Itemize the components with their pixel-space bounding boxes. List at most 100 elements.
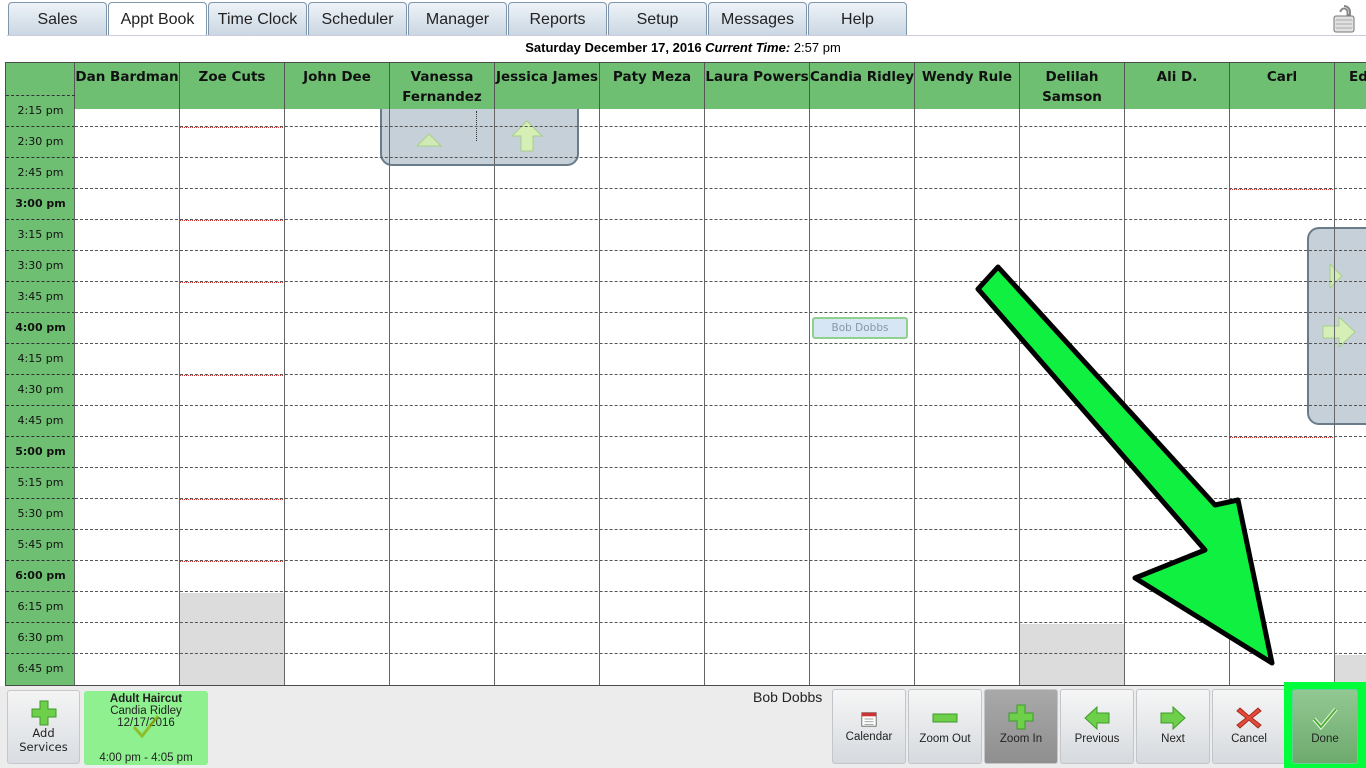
unavailable-block: [1020, 624, 1125, 685]
tab-setup[interactable]: Setup: [608, 2, 707, 36]
add-services-button[interactable]: Add Services: [7, 690, 80, 764]
done-label: Done: [1311, 733, 1339, 745]
staff-header[interactable]: Jessica James: [495, 63, 600, 109]
service-time: 4:00 pm - 4:05 pm: [99, 752, 193, 764]
scroll-up-small-icon[interactable]: [416, 133, 442, 147]
time-slot-label: 6:45 pm: [6, 653, 75, 684]
staff-header[interactable]: Ali D.: [1125, 63, 1230, 109]
scroll-right-panel[interactable]: [1307, 227, 1366, 425]
checkmark-icon: [132, 715, 160, 739]
date-bar: Saturday December 17, 2016 Current Time:…: [0, 37, 1366, 59]
scroll-up-large-icon[interactable]: [510, 119, 544, 153]
schedule-line: [1230, 437, 1335, 438]
appointment-block[interactable]: Bob Dobbs: [812, 317, 908, 339]
calendar-icon: [861, 712, 877, 727]
staff-header[interactable]: Wendy Rule: [915, 63, 1020, 109]
staff-header[interactable]: Delilah Samson: [1020, 63, 1125, 109]
grid-column-line: [1229, 109, 1230, 685]
grid-row-line: [75, 405, 1366, 406]
staff-header[interactable]: Zoe Cuts: [180, 63, 285, 109]
cancel-button[interactable]: Cancel: [1212, 689, 1286, 764]
customer-name: Bob Dobbs: [753, 689, 823, 705]
grid-row-line: [75, 312, 1366, 313]
tab-sales[interactable]: Sales: [8, 2, 107, 36]
grid-column-line: [179, 109, 180, 685]
lock-icon[interactable]: [1332, 4, 1356, 34]
grid-column-line: [599, 109, 600, 685]
tab-reports[interactable]: Reports: [508, 2, 607, 36]
minus-icon: [932, 713, 958, 723]
scroll-right-small-icon[interactable]: [1329, 263, 1343, 289]
service-card[interactable]: Adult Haircut Candia Ridley 12/17/2016 4…: [84, 691, 208, 765]
tab-messages[interactable]: Messages: [708, 2, 807, 36]
staff-header[interactable]: Vanessa Fernandez: [390, 63, 495, 109]
time-slot-label: 5:30 pm: [6, 498, 75, 529]
calendar-button[interactable]: Calendar: [832, 689, 906, 764]
grid-row-line: [75, 343, 1366, 344]
time-slot-label: 2:30 pm: [6, 126, 75, 157]
time-slot-label: 3:45 pm: [6, 281, 75, 312]
zoom-out-button[interactable]: Zoom Out: [908, 689, 982, 764]
previous-button[interactable]: Previous: [1060, 689, 1134, 764]
time-slot-label: 4:30 pm: [6, 374, 75, 405]
grid-column-line: [284, 109, 285, 685]
add-services-label-2: Services: [19, 740, 68, 754]
grid-row-line: [75, 188, 1366, 189]
add-services-label-1: Add: [32, 726, 55, 740]
grid-column-line: [389, 109, 390, 685]
done-button[interactable]: Done: [1292, 689, 1358, 764]
grid-row-line: [75, 653, 1366, 654]
staff-header[interactable]: Carl: [1230, 63, 1335, 109]
grid-row-line: [75, 591, 1366, 592]
schedule-line: [180, 499, 285, 500]
tab-divider: [7, 35, 1366, 36]
grid-column-line: [704, 109, 705, 685]
schedule-line: [180, 375, 285, 376]
grid-row-line: [75, 157, 1366, 158]
schedule-line: [180, 561, 285, 562]
unavailable-block: [180, 593, 285, 685]
time-slot-label: 2:15 pm: [6, 95, 75, 126]
schedule-line: [180, 220, 285, 221]
grid-column-line: [914, 109, 915, 685]
time-slot-label: 6:00 pm: [6, 560, 75, 591]
time-slot-label: 4:45 pm: [6, 405, 75, 436]
tab-time-clock[interactable]: Time Clock: [208, 2, 307, 36]
schedule-line: [1230, 189, 1335, 190]
tab-scheduler[interactable]: Scheduler: [308, 2, 407, 36]
staff-header[interactable]: Ed: [1335, 63, 1366, 109]
current-time: 2:57 pm: [793, 40, 841, 55]
tab-manager[interactable]: Manager: [408, 2, 507, 36]
zoom-out-label: Zoom Out: [919, 733, 971, 745]
service-title: Adult Haircut: [109, 693, 183, 705]
grid-column-line: [1334, 109, 1335, 685]
grid-row-line: [75, 436, 1366, 437]
grid-column-line: [74, 109, 75, 685]
grid-column-line: [494, 109, 495, 685]
current-date: Saturday December 17, 2016: [525, 40, 702, 55]
tab-help[interactable]: Help: [808, 2, 907, 36]
zoom-in-label: Zoom In: [999, 733, 1043, 745]
time-column: 2:15 pm 2:30 pm 2:45 pm 3:00 pm 3:15 pm 3:30 …: [6, 95, 75, 685]
next-button[interactable]: Next: [1136, 689, 1210, 764]
time-slot-label: 4:15 pm: [6, 343, 75, 374]
appointment-grid[interactable]: 2:15 pm 2:30 pm 2:45 pm 3:00 pm 3:15 pm 3:30 …: [5, 62, 1366, 686]
grid-row-line: [75, 281, 1366, 282]
zoom-in-button[interactable]: Zoom In: [984, 689, 1058, 764]
staff-header[interactable]: Paty Meza: [600, 63, 705, 109]
checkmark-icon: [1312, 707, 1338, 730]
grid-row-line: [75, 374, 1366, 375]
staff-header[interactable]: Dan Bardman: [75, 63, 180, 109]
time-slot-label: 5:00 pm: [6, 436, 75, 467]
staff-header[interactable]: Candia Ridley: [810, 63, 915, 109]
staff-header[interactable]: John Dee: [285, 63, 390, 109]
time-slot-label: 6:30 pm: [6, 622, 75, 653]
grid-row-line: [75, 622, 1366, 623]
arrow-left-icon: [1084, 706, 1110, 730]
next-label: Next: [1161, 733, 1185, 745]
time-slot-label: 3:15 pm: [6, 219, 75, 250]
tab-appt-book[interactable]: Appt Book: [108, 2, 207, 36]
staff-header[interactable]: Laura Powers: [705, 63, 810, 109]
plus-icon: [31, 700, 56, 726]
grid-row-line: [75, 219, 1366, 220]
